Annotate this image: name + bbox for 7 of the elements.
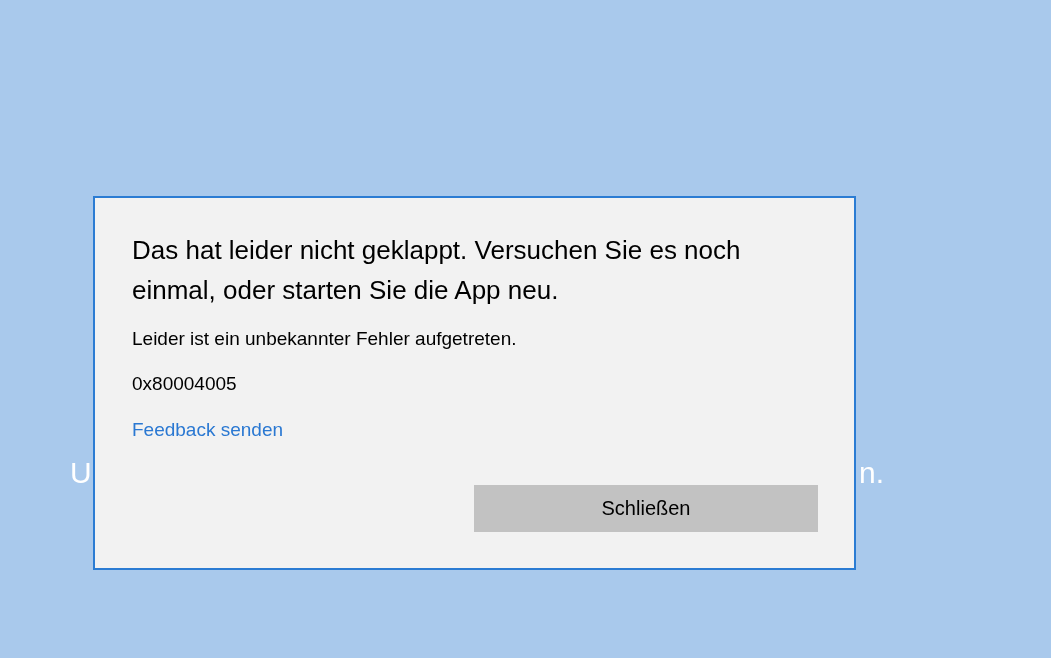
background-text: n. bbox=[859, 455, 885, 491]
error-message: Leider ist ein unbekannter Fehler aufgetreten. bbox=[132, 328, 518, 350]
close-button[interactable]: Schließen bbox=[474, 485, 818, 532]
dialog-title: Das hat leider nicht geklappt. Versuchen Sie es noch einmal, oder starten Sie die App neu. bbox=[132, 234, 742, 307]
background-text: U bbox=[70, 455, 92, 491]
error-code: 0x80004005 bbox=[132, 373, 238, 395]
feedback-link[interactable]: Feedback senden bbox=[132, 419, 284, 441]
